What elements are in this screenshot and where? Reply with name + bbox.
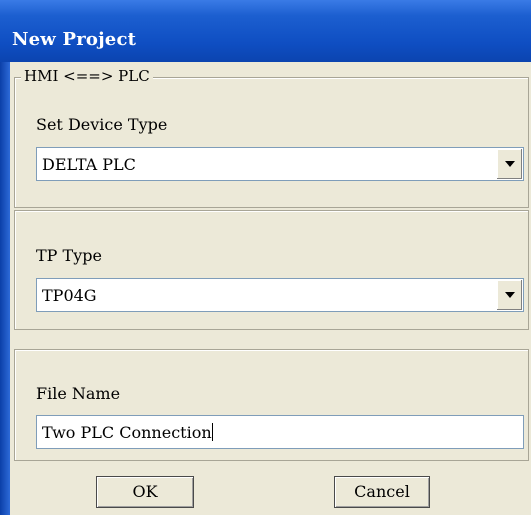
tp-type-value: TP04G xyxy=(42,286,97,305)
chevron-down-icon xyxy=(505,292,515,298)
new-project-dialog: New Project HMI <==> PLC Set Device Type… xyxy=(0,0,531,515)
connection-group: HMI <==> PLC xyxy=(14,67,529,208)
tp-type-label: TP Type xyxy=(36,246,102,265)
tp-type-group xyxy=(14,210,529,330)
ok-button[interactable]: OK xyxy=(96,476,194,508)
device-type-value: DELTA PLC xyxy=(42,155,136,174)
window-frame-edge xyxy=(0,62,10,515)
file-name-label: File Name xyxy=(36,384,121,403)
file-name-text: Two PLC Connection xyxy=(42,423,212,442)
device-type-select[interactable]: DELTA PLC xyxy=(36,147,524,181)
file-name-value: Two PLC Connection xyxy=(42,423,213,442)
text-caret xyxy=(211,423,213,441)
file-name-input[interactable]: Two PLC Connection xyxy=(36,415,524,449)
tp-type-select[interactable]: TP04G xyxy=(36,278,524,312)
device-type-label: Set Device Type xyxy=(36,115,168,134)
device-type-dropdown-button[interactable] xyxy=(496,149,522,179)
cancel-button[interactable]: Cancel xyxy=(334,476,430,508)
dialog-content: HMI <==> PLC Set Device Type DELTA PLC T… xyxy=(10,62,531,515)
chevron-down-icon xyxy=(505,161,515,167)
connection-group-legend: HMI <==> PLC xyxy=(21,67,153,85)
title-bar[interactable]: New Project xyxy=(0,0,531,62)
tp-type-dropdown-button[interactable] xyxy=(496,280,522,310)
dialog-title: New Project xyxy=(12,29,137,50)
